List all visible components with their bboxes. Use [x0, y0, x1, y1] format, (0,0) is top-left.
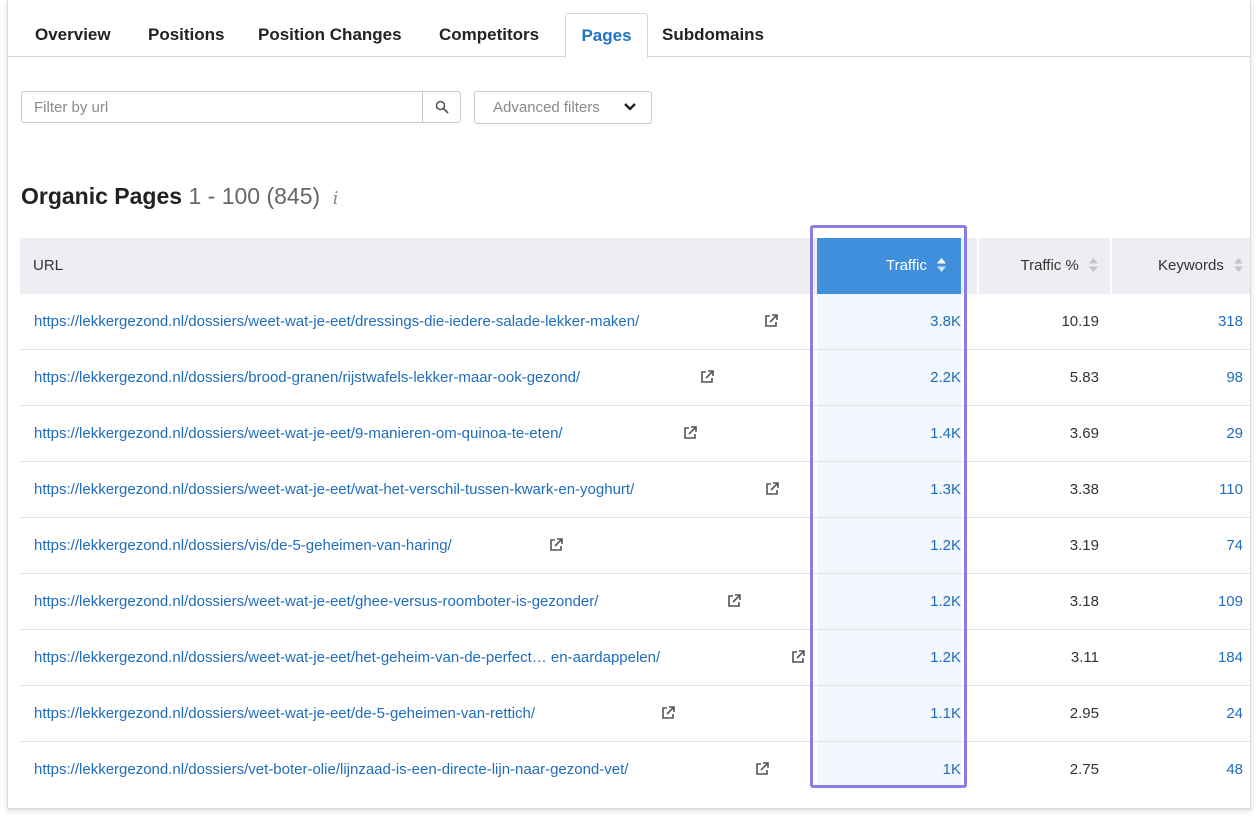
- traffic-value[interactable]: 3.8K: [930, 294, 961, 350]
- page-url-link[interactable]: https://lekkergezond.nl/dossiers/vis/de-…: [34, 518, 452, 574]
- info-icon[interactable]: i: [333, 188, 339, 209]
- traffic-pct-value: 2.75: [1069, 761, 1099, 778]
- traffic-pct-value: 2.95: [1069, 705, 1099, 722]
- url-filter: [21, 91, 423, 123]
- page-title: Organic Pages 1 - 100 (845) i: [21, 183, 338, 210]
- traffic-value[interactable]: 1.2K: [930, 630, 961, 686]
- traffic-header-label: Traffic: [885, 257, 927, 274]
- sort-icon: [1089, 258, 1098, 273]
- keywords-header-label: Keywords: [1157, 257, 1224, 274]
- traffic-pct-value: 5.83: [1069, 369, 1099, 386]
- keywords-value[interactable]: 109: [1218, 574, 1243, 630]
- table-row: https://lekkergezond.nl/dossiers/brood-g…: [20, 350, 1250, 406]
- table-row: https://lekkergezond.nl/dossiers/weet-wa…: [20, 686, 1250, 742]
- page-url-link[interactable]: https://lekkergezond.nl/dossiers/weet-wa…: [34, 686, 535, 742]
- external-link-icon[interactable]: [755, 762, 769, 776]
- tab-competitors[interactable]: Competitors: [439, 13, 539, 56]
- table-row: https://lekkergezond.nl/dossiers/vet-bot…: [20, 742, 1250, 798]
- page-url-link[interactable]: https://lekkergezond.nl/dossiers/weet-wa…: [34, 574, 598, 630]
- column-header-keywords[interactable]: Keywords: [1158, 238, 1244, 294]
- table-row: https://lekkergezond.nl/dossiers/weet-wa…: [20, 462, 1250, 518]
- page-url-link[interactable]: https://lekkergezond.nl/dossiers/weet-wa…: [34, 462, 634, 518]
- external-link-icon[interactable]: [764, 314, 778, 328]
- sort-icon: [937, 258, 946, 273]
- column-header-url[interactable]: URL: [33, 238, 63, 294]
- page-url-link[interactable]: https://lekkergezond.nl/dossiers/vet-bot…: [34, 742, 628, 798]
- keywords-value[interactable]: 98: [1226, 350, 1243, 406]
- tab-bar: Overview Positions Position Changes Comp…: [8, 13, 1250, 58]
- filter-by-url-input[interactable]: [22, 92, 422, 122]
- tab-subdomains[interactable]: Subdomains: [662, 13, 764, 56]
- advanced-filters-button[interactable]: Advanced filters: [474, 91, 652, 124]
- keywords-value[interactable]: 110: [1219, 462, 1243, 518]
- traffic-pct-value: 10.19: [1061, 313, 1099, 330]
- external-link-icon[interactable]: [700, 370, 714, 384]
- tab-positions[interactable]: Positions: [148, 13, 225, 56]
- organic-pages-panel: Overview Positions Position Changes Comp…: [7, 0, 1251, 809]
- external-link-icon[interactable]: [683, 426, 697, 440]
- column-header-traffic[interactable]: Traffic: [817, 238, 961, 294]
- traffic-pct-value: 3.19: [1069, 537, 1099, 554]
- page-url-link[interactable]: https://lekkergezond.nl/dossiers/weet-wa…: [34, 406, 563, 462]
- page-url-link[interactable]: https://lekkergezond.nl/dossiers/weet-wa…: [34, 630, 660, 686]
- keywords-value[interactable]: 24: [1226, 686, 1243, 742]
- traffic-pct-value: 3.69: [1069, 425, 1099, 442]
- traffic-value[interactable]: 1.1K: [930, 686, 961, 742]
- traffic-value[interactable]: 1.2K: [930, 574, 961, 630]
- keywords-value[interactable]: 184: [1218, 630, 1243, 686]
- traffic-value[interactable]: 2.2K: [930, 350, 961, 406]
- table-row: https://lekkergezond.nl/dossiers/weet-wa…: [20, 574, 1250, 630]
- external-link-icon[interactable]: [765, 482, 779, 496]
- tab-pages[interactable]: Pages: [565, 13, 648, 58]
- traffic-pct-value: 3.18: [1069, 593, 1099, 610]
- tab-overview[interactable]: Overview: [35, 13, 111, 56]
- traffic-pct-value: 3.11: [1070, 649, 1099, 666]
- keywords-value[interactable]: 318: [1218, 294, 1243, 350]
- external-link-icon[interactable]: [549, 538, 563, 552]
- column-divider: [977, 238, 979, 294]
- chevron-down-icon: [624, 103, 636, 111]
- advanced-filters-label: Advanced filters: [493, 99, 600, 116]
- keywords-value[interactable]: 74: [1226, 518, 1243, 574]
- external-link-icon[interactable]: [791, 650, 805, 664]
- search-icon: [435, 100, 448, 114]
- column-header-traffic-pct[interactable]: Traffic %: [1020, 238, 1099, 294]
- traffic-value[interactable]: 1.3K: [930, 462, 961, 518]
- search-button[interactable]: [422, 91, 461, 123]
- page-url-link[interactable]: https://lekkergezond.nl/dossiers/weet-wa…: [34, 294, 639, 350]
- traffic-value[interactable]: 1.4K: [930, 406, 961, 462]
- section-title: Organic Pages: [21, 183, 183, 209]
- table-row: https://lekkergezond.nl/dossiers/weet-wa…: [20, 630, 1250, 686]
- sort-icon: [1234, 258, 1243, 273]
- external-link-icon[interactable]: [727, 594, 741, 608]
- table-row: https://lekkergezond.nl/dossiers/vis/de-…: [20, 518, 1250, 574]
- table-row: https://lekkergezond.nl/dossiers/weet-wa…: [20, 406, 1250, 462]
- column-divider: [1110, 238, 1112, 294]
- traffic-value[interactable]: 1.2K: [930, 518, 961, 574]
- keywords-value[interactable]: 29: [1226, 406, 1243, 462]
- external-link-icon[interactable]: [661, 706, 675, 720]
- page-url-link[interactable]: https://lekkergezond.nl/dossiers/brood-g…: [34, 350, 580, 406]
- result-range: 1 - 100 (845): [188, 183, 321, 209]
- traffic-pct-header-label: Traffic %: [1020, 257, 1079, 274]
- traffic-pct-value: 3.38: [1069, 481, 1099, 498]
- table-row: https://lekkergezond.nl/dossiers/weet-wa…: [20, 294, 1250, 350]
- tab-position-changes[interactable]: Position Changes: [258, 13, 402, 56]
- traffic-value[interactable]: 1K: [943, 742, 961, 798]
- table-header: URL Traffic % Keywords: [20, 238, 1250, 294]
- keywords-value[interactable]: 48: [1226, 742, 1243, 798]
